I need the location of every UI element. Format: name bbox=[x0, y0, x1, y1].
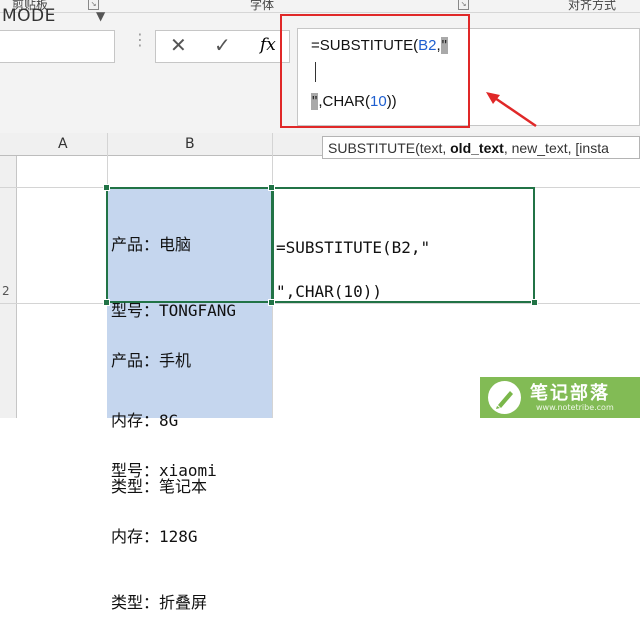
annotation-highlight-box bbox=[280, 14, 470, 128]
annotation-arrow-icon bbox=[486, 92, 537, 128]
name-box-value: MODE bbox=[2, 6, 56, 26]
selection-handle[interactable] bbox=[268, 299, 275, 306]
watermark-logo-icon bbox=[488, 381, 521, 414]
cell-c2-formula-line-2: ",CHAR(10)) bbox=[276, 282, 382, 301]
selection-handle[interactable] bbox=[268, 184, 275, 191]
watermark-url: www.notetribe.com bbox=[536, 403, 614, 412]
tooltip-active-arg: old_text bbox=[450, 140, 504, 156]
cancel-icon[interactable]: ✕ bbox=[170, 33, 187, 57]
insert-function-icon[interactable]: fx bbox=[260, 35, 276, 55]
cell-b3[interactable]: 产品：手机 型号：xiaomi 内存：128G 类型：折叠屏 bbox=[111, 306, 217, 636]
column-header-b[interactable]: B bbox=[185, 136, 195, 152]
function-tooltip[interactable]: SUBSTITUTE(text, old_text, new_text, [in… bbox=[322, 136, 640, 159]
row-divider bbox=[0, 303, 640, 304]
name-box[interactable] bbox=[0, 30, 115, 63]
cell-b3-line: 类型：折叠屏 bbox=[111, 593, 208, 612]
tooltip-rest: , new_text, [insta bbox=[503, 140, 609, 156]
selection-handle[interactable] bbox=[103, 299, 110, 306]
drag-handle-icon[interactable]: ⋮ bbox=[132, 32, 148, 48]
font-launcher-icon[interactable]: ↘ bbox=[458, 0, 469, 10]
column-header-a[interactable]: A bbox=[58, 136, 68, 152]
font-group-label: 字体 bbox=[250, 0, 275, 12]
selection-handle[interactable] bbox=[103, 184, 110, 191]
watermark-name: 笔记部落 bbox=[530, 383, 610, 404]
alignment-group-label: 对齐方式 bbox=[568, 0, 617, 12]
fill-handle[interactable] bbox=[531, 299, 538, 306]
tooltip-func: SUBSTITUTE(text, bbox=[328, 140, 451, 156]
cell-b2-line: 产品：电脑 bbox=[111, 235, 192, 254]
row-header-2[interactable]: 2 bbox=[2, 284, 10, 298]
chevron-down-icon[interactable]: ▼ bbox=[96, 9, 105, 23]
cell-b3-line: 型号：xiaomi bbox=[111, 461, 217, 480]
enter-check-icon[interactable]: ✓ bbox=[214, 33, 231, 57]
cell-b3-line: 内存：128G bbox=[111, 527, 198, 546]
cell-c2-formula-line-1: =SUBSTITUTE(B2," bbox=[276, 238, 431, 257]
cell-b3-line: 产品：手机 bbox=[111, 351, 192, 370]
